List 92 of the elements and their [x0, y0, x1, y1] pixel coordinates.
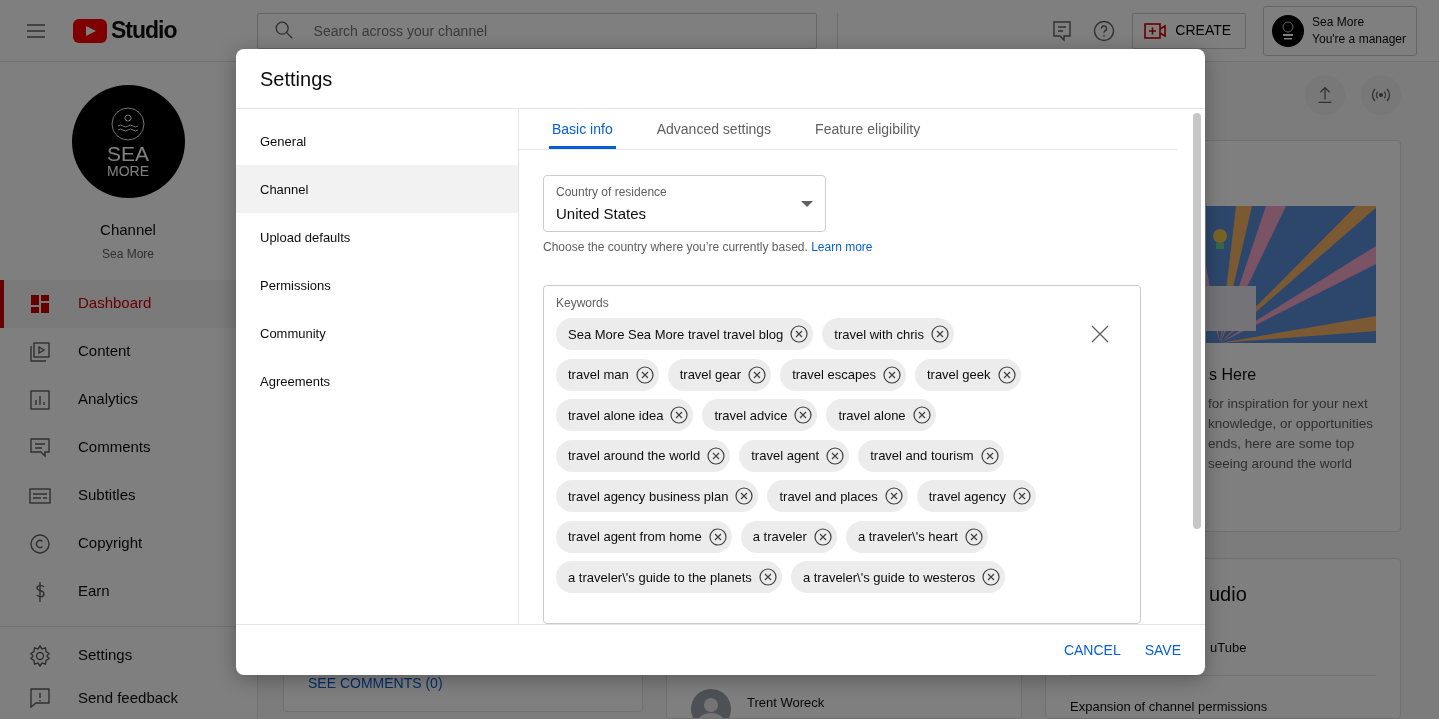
remove-chip-icon[interactable] — [669, 405, 690, 426]
keyword-chip: travel with chris — [822, 318, 954, 351]
create-button[interactable]: CREATE — [1132, 12, 1247, 49]
settings-nav-item[interactable]: Channel — [236, 165, 518, 214]
remove-chip-icon[interactable] — [706, 445, 727, 466]
sun-wave-icon — [110, 105, 146, 142]
remove-chip-icon[interactable] — [929, 324, 950, 345]
sidebar-item[interactable]: Earn — [0, 567, 257, 616]
keyword-chip: travel geek — [914, 358, 1021, 391]
card-description: for inspiration for your next knowledge, or opportunities ends, here are some top seeing around the world — [1208, 395, 1375, 473]
remove-chip-icon[interactable] — [963, 526, 984, 547]
remove-chip-icon[interactable] — [793, 405, 814, 426]
remove-chip-icon[interactable] — [881, 364, 902, 385]
keyword-chip: a traveler\'s guide to westeros — [790, 561, 1006, 594]
account-switcher[interactable]: Sea More You're a manager — [1263, 5, 1417, 56]
sidebar-item[interactable]: Copyright — [0, 519, 257, 568]
live-button[interactable] — [1361, 75, 1401, 115]
settings-icon — [28, 643, 52, 668]
helper-text: Choose the country where you’re currently based. Learn more — [543, 239, 874, 257]
comment-icon — [28, 435, 52, 460]
settings-nav-item[interactable]: Upload defaults — [236, 213, 518, 262]
news-item: uTube — [1210, 639, 1248, 657]
remove-chip-icon[interactable] — [981, 567, 1002, 588]
close-icon[interactable] — [1091, 325, 1109, 344]
remove-chip-icon[interactable] — [812, 526, 833, 547]
keyword-chip: travel agency — [916, 480, 1037, 513]
keyword-chip: a traveler\'s heart — [845, 520, 988, 553]
search-field[interactable]: Search across your channel — [256, 12, 817, 49]
remove-chip-icon[interactable] — [757, 567, 778, 588]
channel-name: Sea More — [102, 245, 154, 263]
news-item: Expansion of channel permissions — [1070, 697, 1269, 716]
sidebar-item[interactable]: Subtitles — [0, 471, 257, 520]
field-value: United States — [556, 203, 648, 224]
keyword-chip: travel alone — [826, 399, 936, 432]
keywords-field[interactable] — [543, 285, 1141, 625]
keyword-chip: travel around the world — [556, 439, 731, 472]
tab[interactable]: Advanced settings — [653, 109, 775, 150]
keyword-chip: travel agency business plan — [556, 480, 759, 513]
tab[interactable]: Basic info — [549, 109, 616, 150]
keyword-chip: travel and tourism — [858, 439, 1004, 472]
copyright-icon — [28, 531, 52, 556]
remove-chip-icon[interactable] — [734, 486, 755, 507]
remove-chip-icon[interactable] — [883, 486, 904, 507]
sidebar-item[interactable]: Comments — [0, 423, 257, 472]
keyword-chip: a traveler — [740, 520, 837, 553]
remove-chip-icon[interactable] — [911, 405, 932, 426]
remove-chip-icon[interactable] — [1012, 486, 1033, 507]
channel-label: Channel — [100, 220, 156, 240]
remove-chip-icon[interactable] — [825, 445, 846, 466]
dialog-title: Settings — [260, 66, 333, 92]
channel-avatar-icon — [1272, 14, 1305, 47]
keyword-chip: travel man — [556, 358, 659, 391]
card-title: udio — [1209, 582, 1248, 607]
dialog-button[interactable]: SAVE — [1144, 639, 1181, 661]
video-icon — [28, 339, 52, 364]
bar-chart-icon — [28, 387, 52, 412]
learn-more-link[interactable]: Learn more — [811, 240, 873, 255]
dialog-button[interactable]: CANCEL — [1063, 639, 1121, 661]
keyword-chip: travel agent from home — [556, 520, 732, 553]
keyword-chip: Sea More Sea More travel travel blog — [556, 318, 814, 351]
dropdown-icon — [801, 200, 813, 207]
account-name: Sea More — [1312, 13, 1366, 31]
tab[interactable]: Feature eligibility — [812, 109, 924, 150]
play-logo-icon — [73, 18, 107, 43]
keyword-chip: travel escapes — [780, 358, 906, 391]
help-icon[interactable] — [1092, 18, 1117, 43]
sidebar-item[interactable]: Settings — [0, 634, 257, 677]
avatar-text: SEA — [107, 143, 149, 164]
remove-chip-icon[interactable] — [707, 526, 728, 547]
card-title: s Here — [1209, 365, 1258, 385]
keyword-chip: travel agent — [739, 439, 850, 472]
comment-author: Trent Woreck — [747, 694, 825, 712]
remove-chip-icon[interactable] — [996, 364, 1017, 385]
feedback-icon — [28, 685, 52, 710]
remove-chip-icon[interactable] — [747, 364, 768, 385]
avatar-text: MORE — [107, 163, 149, 178]
keyword-chip: travel alone idea — [556, 399, 694, 432]
field-label: Country of residence — [556, 183, 668, 201]
remove-chip-icon[interactable] — [634, 364, 655, 385]
country-select[interactable]: Country of residence United States — [543, 175, 826, 233]
keyword-chip: travel gear — [667, 358, 772, 391]
keyword-chip: travel and places — [767, 480, 908, 513]
settings-nav-item[interactable]: General — [236, 117, 518, 166]
scrollbar-thumb[interactable] — [1193, 113, 1201, 530]
field-label: Keywords — [556, 295, 610, 313]
remove-chip-icon[interactable] — [979, 445, 1000, 466]
account-role: You're a manager — [1312, 30, 1406, 48]
keyword-chip: a traveler\'s guide to the planets — [556, 561, 782, 594]
remove-chip-icon[interactable] — [789, 324, 810, 345]
sidebar-item[interactable]: Send feedback — [0, 676, 257, 719]
keyword-chip: travel advice — [702, 399, 818, 432]
logo-text: Studio — [111, 16, 177, 46]
